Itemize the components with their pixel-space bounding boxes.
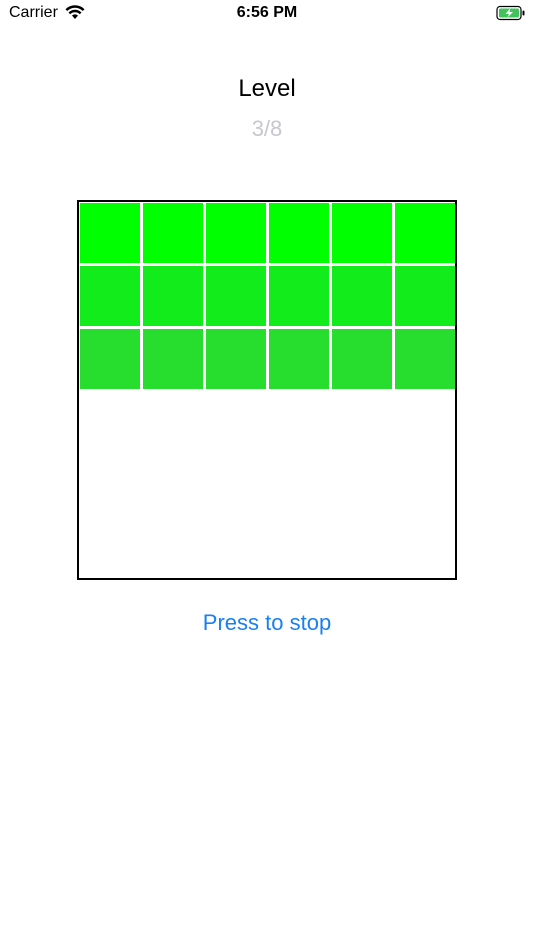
block-cell (143, 329, 203, 389)
block-cell (143, 203, 203, 263)
block-cell (80, 203, 140, 263)
battery-charging-icon (496, 5, 525, 21)
block-cell (269, 266, 329, 326)
block-cell (332, 329, 392, 389)
press-to-stop-button[interactable]: Press to stop (0, 610, 534, 636)
block-cell (332, 203, 392, 263)
block-cell (80, 329, 140, 389)
status-bar: Carrier 6:56 PM (0, 0, 534, 28)
block-grid (79, 202, 456, 390)
block-cell (206, 266, 266, 326)
block-cell (395, 203, 455, 263)
level-title: Level (238, 75, 296, 102)
level-progress: 3/8 (251, 116, 283, 141)
game-board[interactable] (77, 200, 457, 580)
block-cell (395, 266, 455, 326)
block-cell (269, 329, 329, 389)
block-cell (269, 203, 329, 263)
block-cell (206, 329, 266, 389)
block-cell (332, 266, 392, 326)
block-cell (143, 266, 203, 326)
block-cell (395, 329, 455, 389)
status-time: 6:56 PM (236, 4, 298, 21)
block-cell (80, 266, 140, 326)
screen: Carrier 6:56 PM Level 3/8 Press to stop (0, 0, 534, 950)
block-cell (206, 203, 266, 263)
